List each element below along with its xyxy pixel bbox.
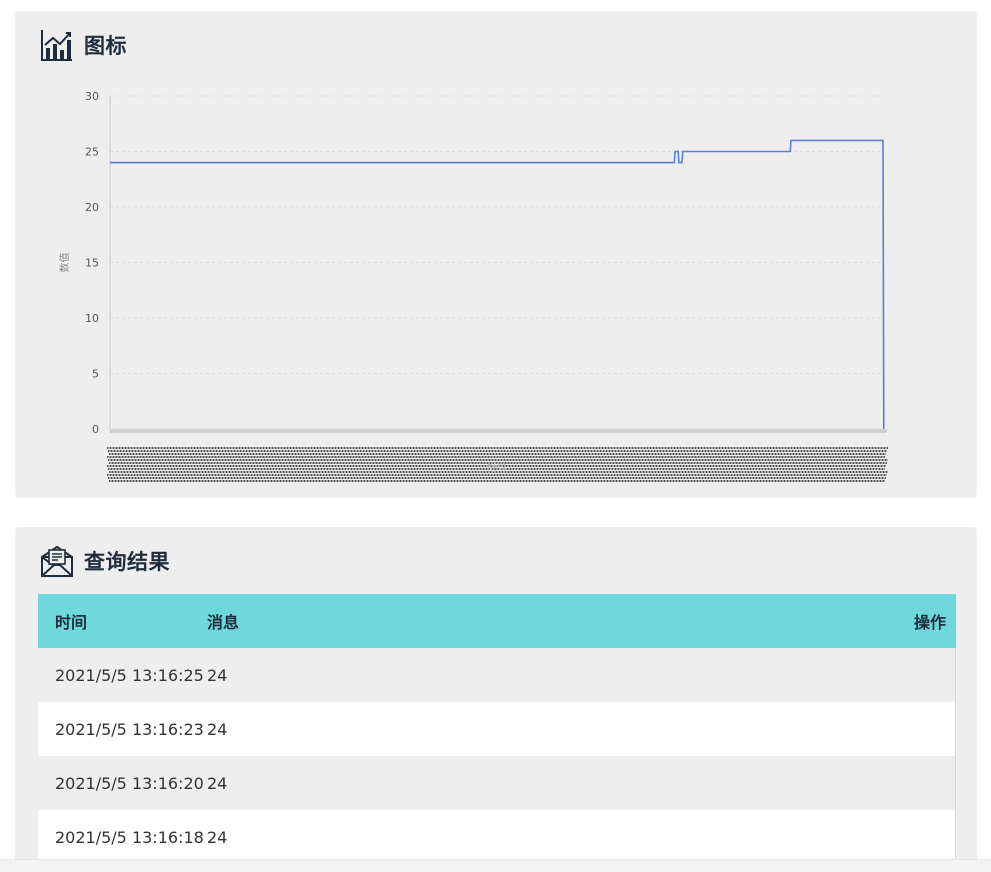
- cell-time: 2021/5/5 13:16:23: [55, 719, 204, 739]
- cell-message: 24: [207, 773, 228, 793]
- line-chart: 0 5 10 15 20 25 30 数值时间: [58, 90, 888, 482]
- x-axis-label: 时间: [487, 462, 505, 474]
- result-panel-title: 查询结果: [84, 550, 170, 574]
- mail-open-icon: [41, 545, 73, 577]
- y-tick-label: 25: [85, 146, 99, 159]
- cell-time: 2021/5/5 13:16:25: [55, 665, 204, 685]
- cell-message: 24: [207, 827, 228, 847]
- table-row: 2021/5/5 13:16:23 24: [38, 702, 956, 756]
- y-tick-label: 30: [85, 90, 99, 103]
- y-tick-label: 10: [85, 312, 99, 325]
- table-row: 2021/5/5 13:16:20 24: [38, 756, 956, 810]
- result-panel: 查询结果 时间 消息 操作 2021/5/5 13:16:25 24 2021/…: [15, 527, 977, 871]
- y-tick-label: 15: [85, 257, 99, 270]
- cell-time: 2021/5/5 13:16:20: [55, 773, 204, 793]
- y-tick-label: 20: [85, 201, 99, 214]
- header-message: 消息: [207, 613, 240, 632]
- result-table: 时间 消息 操作 2021/5/5 13:16:25 24 2021/5/5 1…: [38, 594, 956, 864]
- cell-message: 24: [207, 665, 228, 685]
- x-axis-line: [110, 429, 887, 433]
- y-axis-label: 数值: [58, 253, 71, 273]
- table-row: 2021/5/5 13:16:18 24: [38, 810, 956, 864]
- chart-panel: 图标 0 5 10 15 20 25 30 数值 时间: [15, 11, 977, 498]
- table-header-row: 时间 消息 操作: [38, 594, 956, 648]
- result-panel-header: 查询结果: [40, 543, 170, 579]
- header-action: 操作: [913, 613, 946, 632]
- bottom-strip: [0, 859, 991, 872]
- y-tick-label: 5: [92, 368, 99, 381]
- series-line: [110, 139, 885, 430]
- header-time: 时间: [55, 613, 88, 632]
- cell-message: 24: [207, 719, 228, 739]
- cell-time: 2021/5/5 13:16:18: [55, 827, 204, 847]
- y-tick-label: 0: [92, 423, 99, 436]
- table-row: 2021/5/5 13:16:25 24: [38, 648, 956, 702]
